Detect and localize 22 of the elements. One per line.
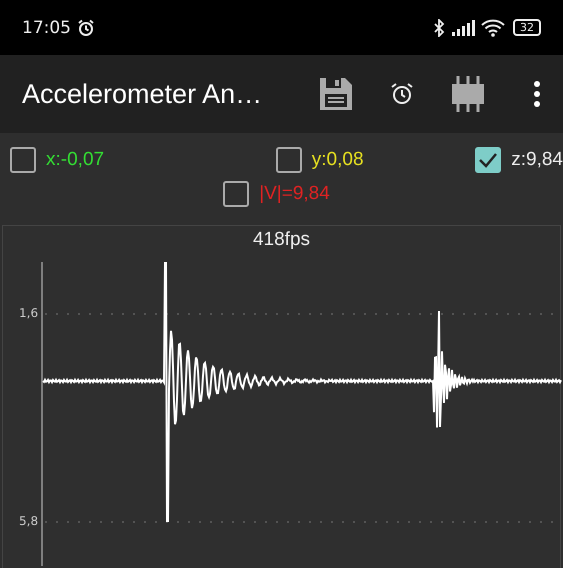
alarm-icon[interactable] [389, 81, 415, 107]
channel-reading: y:0,08 [312, 149, 364, 171]
bluetooth-icon [433, 18, 445, 36]
channel-reading: |V|=9,84 [259, 183, 330, 205]
save-icon[interactable] [319, 77, 353, 111]
fps-counter: 418fps [252, 228, 312, 251]
alarm-icon [77, 18, 95, 36]
checkbox[interactable] [276, 147, 302, 173]
chip-icon[interactable] [451, 75, 485, 113]
checkbox[interactable] [10, 147, 36, 173]
axis-label: 5,8 [19, 514, 38, 528]
menu-icon[interactable] [533, 81, 541, 107]
checkbox[interactable] [475, 147, 502, 173]
checkbox[interactable] [223, 181, 250, 207]
channel-reading: x:-0,07 [46, 149, 104, 171]
wifi-icon [481, 18, 505, 36]
app-title: Accelerometer An… [22, 78, 264, 110]
battery-icon: 32 [513, 19, 541, 36]
signal-icon [451, 20, 475, 36]
axis-label: 1,6 [19, 306, 38, 320]
channel-reading: z:9,84 [511, 149, 563, 171]
clock-time: 17:05 [22, 18, 71, 38]
